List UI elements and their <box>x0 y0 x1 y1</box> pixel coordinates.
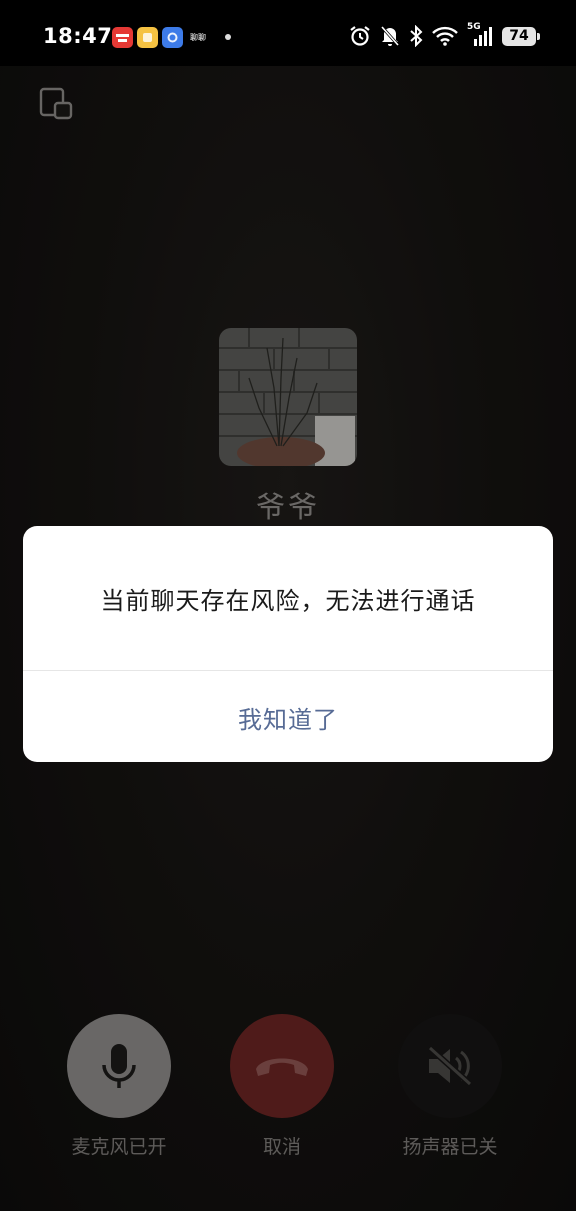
status-indicators: 5G 74 <box>349 22 540 47</box>
mute-bell-icon <box>380 26 400 46</box>
voice-call-screen: 18:47 聊聊 5G 74 爷爷 麦克风已开 取消 扬声器已关 当前聊天存在风… <box>0 0 576 1211</box>
more-notifications-dot-icon <box>225 34 231 40</box>
cellular-signal-icon: 5G <box>467 22 493 47</box>
app-notification-icon <box>137 27 158 48</box>
battery-indicator: 74 <box>502 26 540 46</box>
wifi-icon <box>432 26 458 46</box>
notification-app-icons: 聊聊 <box>112 27 209 48</box>
app-notification-icon <box>162 27 183 48</box>
risk-alert-dialog: 当前聊天存在风险，无法进行通话 我知道了 <box>23 526 553 762</box>
status-time: 18:47 <box>43 24 113 48</box>
app-notification-badge: 聊聊 <box>190 33 206 42</box>
acknowledge-button[interactable]: 我知道了 <box>23 671 553 762</box>
bluetooth-icon <box>410 25 423 47</box>
alarm-icon <box>350 26 370 46</box>
battery-level: 74 <box>509 28 529 44</box>
dialog-message: 当前聊天存在风险，无法进行通话 <box>23 526 553 671</box>
status-bar: 18:47 聊聊 5G 74 <box>0 0 576 66</box>
app-notification-icon <box>112 27 133 48</box>
